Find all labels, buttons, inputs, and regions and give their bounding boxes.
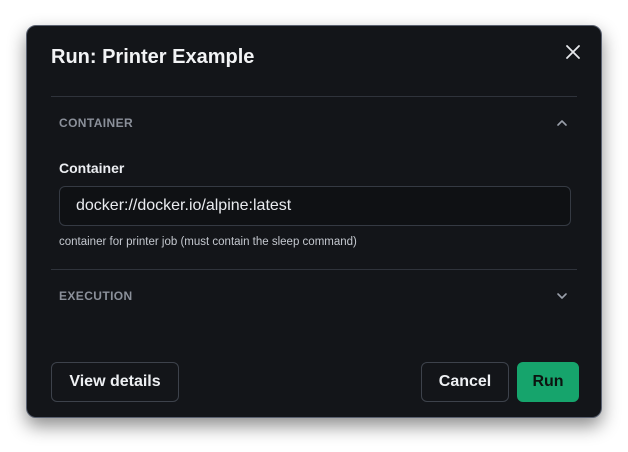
container-help-text: container for printer job (must contain … bbox=[59, 236, 357, 248]
chevron-up-icon bbox=[557, 120, 567, 126]
close-icon bbox=[566, 45, 580, 59]
chevron-down-icon bbox=[557, 293, 567, 299]
close-button[interactable] bbox=[563, 42, 583, 62]
section-label-execution: EXECUTION bbox=[59, 289, 133, 303]
section-header-execution[interactable]: EXECUTION bbox=[59, 286, 569, 306]
section-label-container: CONTAINER bbox=[59, 116, 134, 130]
container-input[interactable] bbox=[59, 186, 571, 226]
cancel-button[interactable]: Cancel bbox=[421, 362, 509, 402]
section-header-container[interactable]: CONTAINER bbox=[59, 113, 569, 133]
divider-middle bbox=[51, 269, 577, 270]
container-field-label: Container bbox=[59, 160, 125, 176]
view-details-button[interactable]: View details bbox=[51, 362, 179, 402]
divider-top bbox=[51, 96, 577, 97]
run-dialog: Run: Printer Example CONTAINER Container… bbox=[26, 25, 602, 418]
run-button[interactable]: Run bbox=[517, 362, 579, 402]
dialog-title: Run: Printer Example bbox=[51, 46, 255, 68]
